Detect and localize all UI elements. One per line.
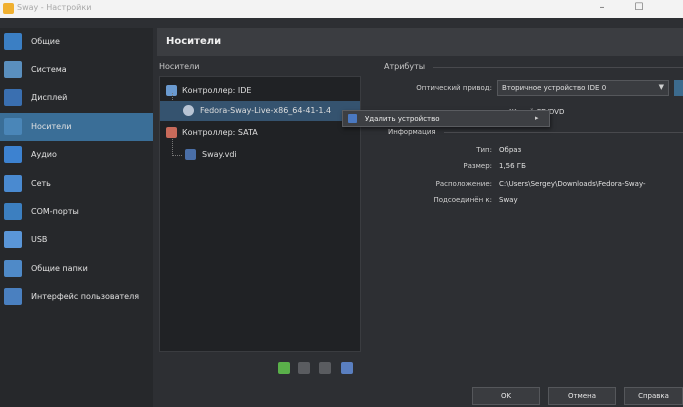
ok-button[interactable]: OK [472,387,540,405]
tree-item-label: Контроллер: SATA [182,128,258,137]
general-icon [4,33,22,50]
remove-attachment-icon[interactable] [298,362,310,374]
minimize-button[interactable]: – [587,1,617,16]
add-attachment-icon[interactable] [278,362,290,374]
sidebar-item-storage[interactable]: Носители [0,113,153,141]
optical-drive-label: Оптический привод: [416,84,492,92]
remove-controller-icon[interactable] [341,362,353,374]
tree-item-optical-disk[interactable]: Fedora-Sway-Live-x86_64-41-1.4 [160,101,360,121]
info-attached-key: Подсоединён к: [433,196,493,204]
window-title: Sway - Настройки [17,3,92,12]
info-location-value: C:\Users\Sergey\Downloads\Fedora-Sway- [499,180,646,188]
network-icon [4,175,22,192]
remove-device-icon [348,114,357,123]
settings-sidebar: Общие Система Дисплей Носители Аудио Сет… [0,28,153,407]
cancel-button[interactable]: Отмена [548,387,616,405]
sidebar-item-label: Интерфейс пользователя [31,292,140,301]
sidebar-item-label: Общие [31,37,60,46]
sidebar-item-label: Дисплей [31,93,68,102]
optical-drive-select[interactable]: Вторичное устройство IDE 0 ▼ [497,80,669,96]
storage-tree[interactable]: Контроллер: IDE Fedora-Sway-Live-x86_64-… [159,76,361,352]
user-interface-icon [4,288,22,305]
sidebar-item-user-interface[interactable]: Интерфейс пользователя [0,283,153,311]
storage-icon [4,118,22,135]
sidebar-item-label: Аудио [31,150,57,159]
help-button[interactable]: Справка [624,387,683,405]
sidebar-item-general[interactable]: Общие [0,28,153,56]
sidebar-item-network[interactable]: Сеть [0,170,153,198]
info-size-value: 1,56 ГБ [499,162,526,170]
sidebar-item-usb[interactable]: USB [0,226,153,254]
chevron-down-icon: ▼ [658,83,664,91]
sidebar-item-label: Общие папки [31,264,88,273]
sidebar-item-label: Система [31,65,67,74]
serial-ports-icon [4,203,22,220]
add-controller-icon[interactable] [319,362,331,374]
tree-item-label: Fedora-Sway-Live-x86_64-41-1.4 [200,106,332,115]
hard-disk-icon [185,149,196,160]
sidebar-item-label: Носители [31,122,72,131]
sidebar-item-shared-folders[interactable]: Общие папки [0,255,153,283]
title-bar: Sway - Настройки – ☐ [0,0,683,18]
sidebar-item-label: USB [31,235,48,244]
information-label: Информация [388,128,436,136]
choose-disk-icon[interactable] [674,80,683,96]
display-icon [4,89,22,106]
storage-devices-label: Носители [159,62,200,71]
remove-device-label: Удалить устройство [365,115,440,123]
info-location-key: Расположение: [435,180,492,188]
optical-disk-icon [183,105,194,116]
tree-item-hard-disk[interactable]: Sway.vdi [160,145,360,165]
info-type-value: Образ [499,146,522,154]
audio-icon [4,146,22,163]
sidebar-item-label: COM-порты [31,207,79,216]
tree-item-label: Контроллер: IDE [182,86,252,95]
page-title: Носители [166,36,222,47]
page-header: Носители [157,28,683,56]
sidebar-item-serial-ports[interactable]: COM-порты [0,198,153,226]
sidebar-item-audio[interactable]: Аудио [0,141,153,169]
sata-controller-icon [166,127,177,138]
sidebar-item-label: Сеть [31,179,51,188]
app-icon [3,3,14,14]
maximize-button[interactable]: ☐ [624,1,654,16]
system-icon [4,61,22,78]
tree-item-label: Sway.vdi [202,150,237,159]
sidebar-item-display[interactable]: Дисплей [0,84,153,112]
attributes-divider [433,67,683,68]
info-size-key: Размер: [463,162,492,170]
info-type-key: Тип: [476,146,492,154]
tree-item-controller-ide[interactable]: Контроллер: IDE [160,81,360,101]
shared-folders-icon [4,260,22,277]
sidebar-item-system[interactable]: Система [0,56,153,84]
optical-drive-value: Вторичное устройство IDE 0 [502,84,607,92]
attributes-label: Атрибуты [384,62,426,71]
usb-icon [4,231,22,248]
info-attached-value: Sway [499,196,518,204]
information-divider [444,132,683,133]
tree-item-controller-sata[interactable]: Контроллер: SATA [160,123,360,143]
remove-device-popup[interactable]: Удалить устройство ▸ [342,110,550,127]
submenu-arrow-icon: ▸ [535,114,539,122]
